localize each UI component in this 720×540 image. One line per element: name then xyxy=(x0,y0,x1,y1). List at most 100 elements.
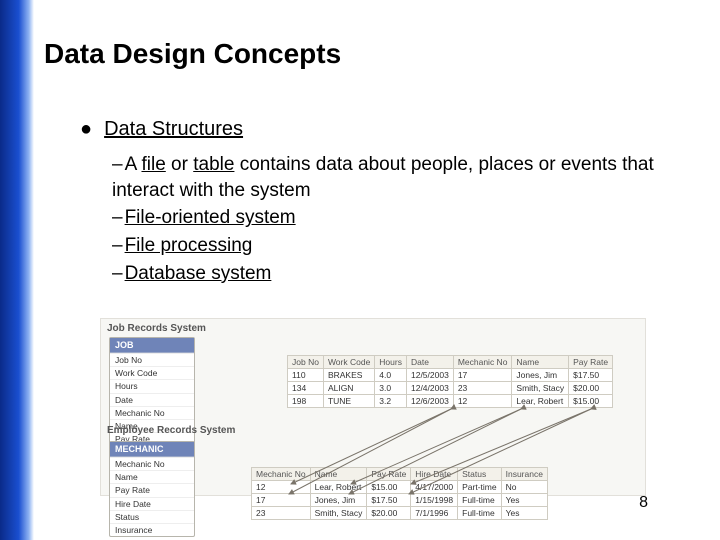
cell: 134 xyxy=(288,382,324,395)
cell: $20.00 xyxy=(367,507,411,520)
cell: TUNE xyxy=(323,395,374,408)
cell: 12/5/2003 xyxy=(406,369,453,382)
decorative-blue-bar xyxy=(0,0,34,540)
cell: 23 xyxy=(252,507,311,520)
cell: $20.00 xyxy=(569,382,613,395)
cell: 12/4/2003 xyxy=(406,382,453,395)
table-header-row: Mechanic No Name Pay Rate Hire Date Stat… xyxy=(252,468,548,481)
cell: Yes xyxy=(501,494,547,507)
sub3-text: File processing xyxy=(125,235,253,256)
slide-title: Data Design Concepts xyxy=(44,38,341,70)
sub-bullets: –A file or table contains data about peo… xyxy=(112,152,672,288)
cell: 17 xyxy=(453,369,512,382)
cell: $15.00 xyxy=(569,395,613,408)
job-section-title: Job Records System xyxy=(101,319,645,336)
page-number: 8 xyxy=(639,494,648,512)
cell: 3.2 xyxy=(375,395,407,408)
cell: 3.0 xyxy=(375,382,407,395)
cell: Full-time xyxy=(458,494,501,507)
list-item: Name xyxy=(110,470,194,483)
job-panel-header: JOB xyxy=(110,338,194,353)
cell: 110 xyxy=(288,369,324,382)
sub1-table: table xyxy=(193,154,234,175)
sub-line-2: –File-oriented system xyxy=(112,205,672,231)
cell: 12 xyxy=(453,395,512,408)
list-item: Pay Rate xyxy=(110,483,194,496)
col-header: Date xyxy=(406,356,453,369)
table-row: 17 Jones, Jim $17.50 1/15/1998 Full-time… xyxy=(252,494,548,507)
col-header: Hours xyxy=(375,356,407,369)
cell: $15.00 xyxy=(367,481,411,494)
bullet-dot-icon: ● xyxy=(80,118,92,141)
list-item: Work Code xyxy=(110,366,194,379)
dash-icon: – xyxy=(112,263,123,284)
sub1-mid: or xyxy=(166,154,193,175)
sub-line-1: –A file or table contains data about peo… xyxy=(112,152,672,203)
cell: Part-time xyxy=(458,481,501,494)
employee-section-title: Employee Records System xyxy=(107,425,235,436)
mechanic-panel: MECHANIC Mechanic No Name Pay Rate Hire … xyxy=(109,441,195,537)
sub2-text: File-oriented system xyxy=(125,207,296,228)
sub-line-4: –Database system xyxy=(112,261,672,287)
cell: Smith, Stacy xyxy=(512,382,569,395)
table-row: 198 TUNE 3.2 12/6/2003 12 Lear, Robert $… xyxy=(288,395,613,408)
cell: Smith, Stacy xyxy=(310,507,367,520)
sub1-prefix: A xyxy=(125,154,142,175)
col-header: Job No xyxy=(288,356,324,369)
col-header: Hire Date xyxy=(411,468,458,481)
cell: 17 xyxy=(252,494,311,507)
cell: 23 xyxy=(453,382,512,395)
job-table: Job No Work Code Hours Date Mechanic No … xyxy=(287,355,613,408)
list-item: Hours xyxy=(110,379,194,392)
col-header: Mechanic No xyxy=(453,356,512,369)
col-header: Mechanic No xyxy=(252,468,311,481)
cell: 7/1/1996 xyxy=(411,507,458,520)
sub1-file: file xyxy=(141,154,165,175)
col-header: Name xyxy=(310,468,367,481)
cell: ALIGN xyxy=(323,382,374,395)
list-item: Insurance xyxy=(110,523,194,536)
cell: 1/15/1998 xyxy=(411,494,458,507)
list-item: Status xyxy=(110,510,194,523)
cell: BRAKES xyxy=(323,369,374,382)
cell: No xyxy=(501,481,547,494)
list-item: Mechanic No xyxy=(110,457,194,470)
col-header: Insurance xyxy=(501,468,547,481)
col-header: Status xyxy=(458,468,501,481)
dash-icon: – xyxy=(112,207,123,228)
dash-icon: – xyxy=(112,235,123,256)
col-header: Pay Rate xyxy=(569,356,613,369)
sub4-text: Database system xyxy=(125,263,272,284)
table-row: 23 Smith, Stacy $20.00 7/1/1996 Full-tim… xyxy=(252,507,548,520)
dash-icon: – xyxy=(112,154,123,175)
mechanic-table: Mechanic No Name Pay Rate Hire Date Stat… xyxy=(251,467,548,520)
cell: 4.0 xyxy=(375,369,407,382)
col-header: Name xyxy=(512,356,569,369)
cell: Jones, Jim xyxy=(512,369,569,382)
cell: Full-time xyxy=(458,507,501,520)
col-header: Work Code xyxy=(323,356,374,369)
list-item: Date xyxy=(110,393,194,406)
cell: Jones, Jim xyxy=(310,494,367,507)
bullet-data-structures: ● Data Structures xyxy=(80,118,243,141)
cell: 12/6/2003 xyxy=(406,395,453,408)
table-row: 110 BRAKES 4.0 12/5/2003 17 Jones, Jim $… xyxy=(288,369,613,382)
cell: 198 xyxy=(288,395,324,408)
cell: 4/17/2000 xyxy=(411,481,458,494)
table-header-row: Job No Work Code Hours Date Mechanic No … xyxy=(288,356,613,369)
mechanic-panel-header: MECHANIC xyxy=(110,442,194,457)
cell: 12 xyxy=(252,481,311,494)
cell: $17.50 xyxy=(367,494,411,507)
bullet-label: Data Structures xyxy=(104,118,243,140)
table-row: 134 ALIGN 3.0 12/4/2003 23 Smith, Stacy … xyxy=(288,382,613,395)
sub-line-3: –File processing xyxy=(112,233,672,259)
mechanic-panel-fields: Mechanic No Name Pay Rate Hire Date Stat… xyxy=(110,457,194,536)
cell: $17.50 xyxy=(569,369,613,382)
slide: Data Design Concepts ●Data Structures –A… xyxy=(0,0,720,540)
list-item: Job No xyxy=(110,353,194,366)
cell: Lear, Robert xyxy=(310,481,367,494)
cell: Lear, Robert xyxy=(512,395,569,408)
col-header: Pay Rate xyxy=(367,468,411,481)
table-row: 12 Lear, Robert $15.00 4/17/2000 Part-ti… xyxy=(252,481,548,494)
list-item: Hire Date xyxy=(110,497,194,510)
